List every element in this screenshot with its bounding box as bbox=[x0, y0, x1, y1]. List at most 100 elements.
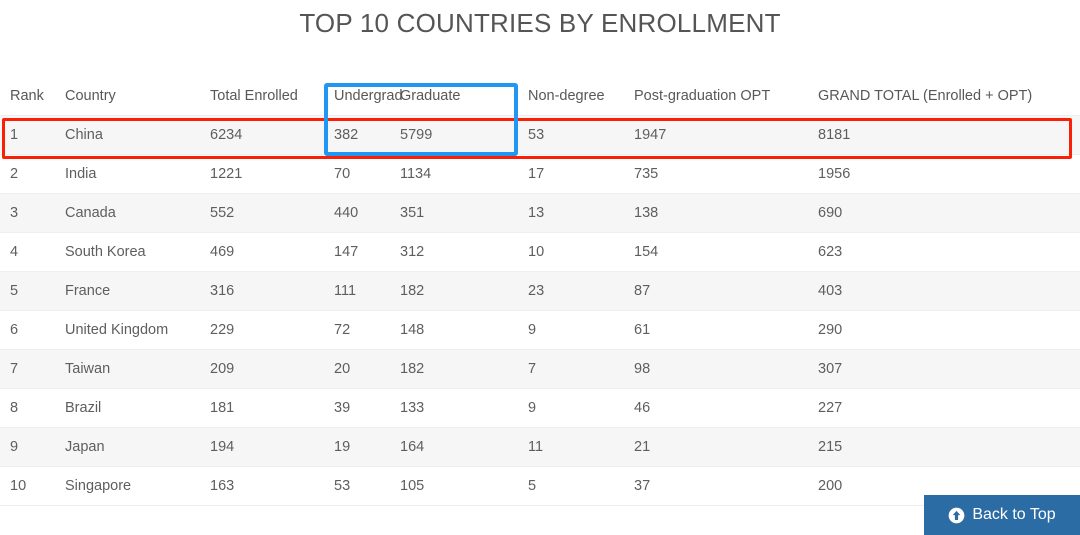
table-row[interactable]: 7 Taiwan 209 20 182 7 98 307 bbox=[0, 349, 1080, 389]
cell-post-graduation-opt: 61 bbox=[624, 310, 808, 350]
cell-total-enrolled: 469 bbox=[200, 232, 324, 272]
cell-grand-total: 290 bbox=[808, 310, 1080, 350]
column-header-country[interactable]: Country bbox=[55, 78, 200, 116]
cell-non-degree: 17 bbox=[518, 154, 624, 194]
cell-rank: 4 bbox=[0, 232, 55, 272]
cell-country: India bbox=[55, 154, 200, 194]
cell-undergrad: 111 bbox=[324, 271, 390, 311]
cell-rank: 7 bbox=[0, 349, 55, 389]
cell-total-enrolled: 552 bbox=[200, 193, 324, 233]
enrollment-table: Rank Country Total Enrolled Undergrad Gr… bbox=[0, 78, 1080, 506]
enrollment-table-container: Rank Country Total Enrolled Undergrad Gr… bbox=[0, 78, 1080, 506]
table-header: Rank Country Total Enrolled Undergrad Gr… bbox=[0, 78, 1080, 116]
cell-post-graduation-opt: 138 bbox=[624, 193, 808, 233]
cell-total-enrolled: 181 bbox=[200, 388, 324, 428]
cell-grand-total: 307 bbox=[808, 349, 1080, 389]
cell-rank: 3 bbox=[0, 193, 55, 233]
cell-undergrad: 382 bbox=[324, 115, 390, 155]
cell-non-degree: 11 bbox=[518, 427, 624, 467]
cell-graduate: 1134 bbox=[390, 154, 518, 194]
cell-non-degree: 53 bbox=[518, 115, 624, 155]
cell-graduate: 312 bbox=[390, 232, 518, 272]
cell-graduate: 5799 bbox=[390, 115, 518, 155]
cell-country: Brazil bbox=[55, 388, 200, 428]
table-row[interactable]: 6 United Kingdom 229 72 148 9 61 290 bbox=[0, 310, 1080, 350]
cell-graduate: 105 bbox=[390, 466, 518, 506]
cell-post-graduation-opt: 21 bbox=[624, 427, 808, 467]
column-header-post-graduation-opt[interactable]: Post-graduation OPT bbox=[624, 78, 808, 116]
cell-non-degree: 10 bbox=[518, 232, 624, 272]
cell-non-degree: 5 bbox=[518, 466, 624, 506]
cell-rank: 6 bbox=[0, 310, 55, 350]
cell-undergrad: 53 bbox=[324, 466, 390, 506]
cell-rank: 9 bbox=[0, 427, 55, 467]
cell-total-enrolled: 316 bbox=[200, 271, 324, 311]
table-row[interactable]: 2 India 1221 70 1134 17 735 1956 bbox=[0, 154, 1080, 194]
cell-undergrad: 19 bbox=[324, 427, 390, 467]
cell-non-degree: 13 bbox=[518, 193, 624, 233]
cell-country: Canada bbox=[55, 193, 200, 233]
cell-rank: 1 bbox=[0, 115, 55, 155]
column-header-grand-total[interactable]: GRAND TOTAL (Enrolled + OPT) bbox=[808, 78, 1080, 116]
table-row[interactable]: 8 Brazil 181 39 133 9 46 227 bbox=[0, 388, 1080, 428]
cell-non-degree: 23 bbox=[518, 271, 624, 311]
cell-total-enrolled: 1221 bbox=[200, 154, 324, 194]
cell-undergrad: 440 bbox=[324, 193, 390, 233]
table-row[interactable]: 5 France 316 111 182 23 87 403 bbox=[0, 271, 1080, 311]
cell-undergrad: 20 bbox=[324, 349, 390, 389]
cell-undergrad: 147 bbox=[324, 232, 390, 272]
cell-post-graduation-opt: 87 bbox=[624, 271, 808, 311]
cell-undergrad: 72 bbox=[324, 310, 390, 350]
column-header-undergrad[interactable]: Undergrad bbox=[324, 78, 403, 116]
table-row[interactable]: 1 China 6234 382 5799 53 1947 8181 bbox=[0, 115, 1080, 155]
cell-grand-total: 1956 bbox=[808, 154, 1080, 194]
cell-rank: 8 bbox=[0, 388, 55, 428]
cell-total-enrolled: 194 bbox=[200, 427, 324, 467]
cell-grand-total: 690 bbox=[808, 193, 1080, 233]
table-row[interactable]: 10 Singapore 163 53 105 5 37 200 bbox=[0, 466, 1080, 506]
cell-post-graduation-opt: 37 bbox=[624, 466, 808, 506]
cell-post-graduation-opt: 154 bbox=[624, 232, 808, 272]
column-header-non-degree[interactable]: Non-degree bbox=[518, 78, 624, 116]
cell-grand-total: 8181 bbox=[808, 115, 1080, 155]
column-header-rank[interactable]: Rank bbox=[0, 78, 55, 116]
cell-graduate: 351 bbox=[390, 193, 518, 233]
cell-total-enrolled: 6234 bbox=[200, 115, 324, 155]
cell-country: China bbox=[55, 115, 200, 155]
cell-grand-total: 227 bbox=[808, 388, 1080, 428]
cell-non-degree: 9 bbox=[518, 388, 624, 428]
cell-rank: 2 bbox=[0, 154, 55, 194]
cell-graduate: 164 bbox=[390, 427, 518, 467]
cell-country: France bbox=[55, 271, 200, 311]
column-header-total-enrolled[interactable]: Total Enrolled bbox=[200, 78, 324, 116]
cell-country: Singapore bbox=[55, 466, 200, 506]
table-row[interactable]: 3 Canada 552 440 351 13 138 690 bbox=[0, 193, 1080, 233]
column-header-graduate[interactable]: Graduate bbox=[390, 78, 518, 116]
cell-non-degree: 9 bbox=[518, 310, 624, 350]
cell-post-graduation-opt: 735 bbox=[624, 154, 808, 194]
table-header-row: Rank Country Total Enrolled Undergrad Gr… bbox=[0, 78, 1080, 116]
table-body: 1 China 6234 382 5799 53 1947 8181 2 India 1221 70 1… bbox=[0, 115, 1080, 506]
cell-post-graduation-opt: 46 bbox=[624, 388, 808, 428]
cell-total-enrolled: 163 bbox=[200, 466, 324, 506]
cell-total-enrolled: 229 bbox=[200, 310, 324, 350]
cell-non-degree: 7 bbox=[518, 349, 624, 389]
cell-post-graduation-opt: 1947 bbox=[624, 115, 808, 155]
cell-undergrad: 39 bbox=[324, 388, 390, 428]
cell-rank: 5 bbox=[0, 271, 55, 311]
table-row[interactable]: 9 Japan 194 19 164 11 21 215 bbox=[0, 427, 1080, 467]
cell-graduate: 133 bbox=[390, 388, 518, 428]
cell-grand-total: 623 bbox=[808, 232, 1080, 272]
cell-graduate: 182 bbox=[390, 349, 518, 389]
cell-country: Taiwan bbox=[55, 349, 200, 389]
table-row[interactable]: 4 South Korea 469 147 312 10 154 623 bbox=[0, 232, 1080, 272]
back-to-top-button[interactable]: Back to Top bbox=[924, 495, 1080, 535]
cell-country: Japan bbox=[55, 427, 200, 467]
cell-grand-total: 215 bbox=[808, 427, 1080, 467]
cell-post-graduation-opt: 98 bbox=[624, 349, 808, 389]
back-to-top-label: Back to Top bbox=[972, 506, 1056, 523]
page-title: TOP 10 COUNTRIES BY ENROLLMENT bbox=[299, 8, 781, 38]
arrow-circle-up-icon bbox=[948, 507, 965, 524]
cell-undergrad: 70 bbox=[324, 154, 390, 194]
cell-rank: 10 bbox=[0, 466, 55, 506]
